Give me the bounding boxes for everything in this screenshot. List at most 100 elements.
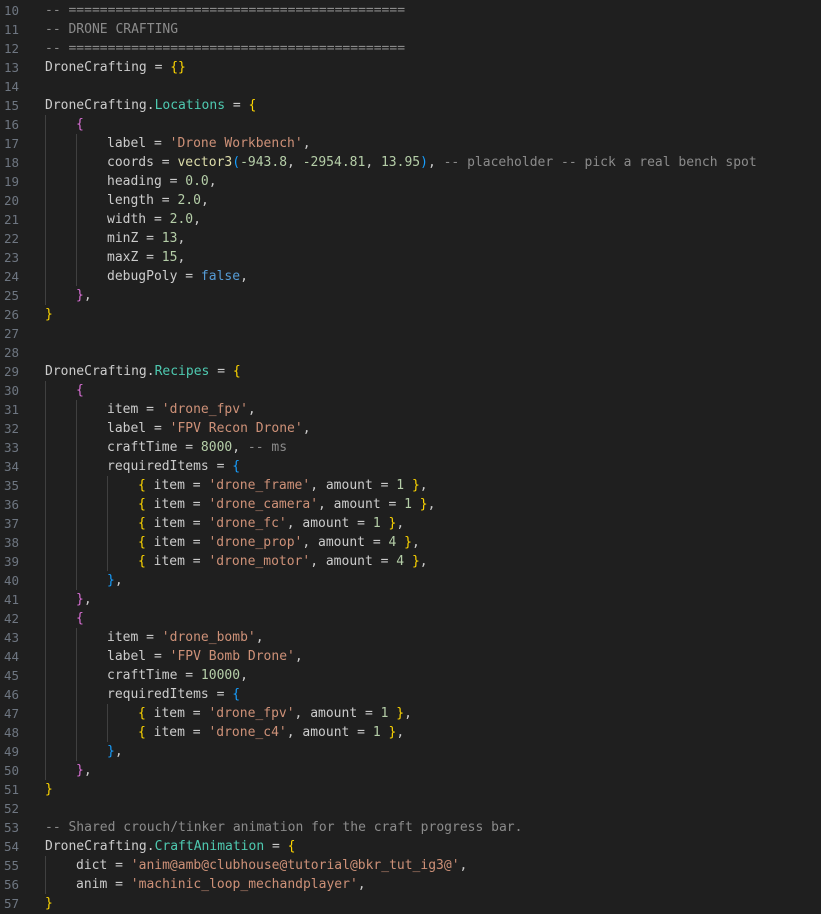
indent-guide [45, 685, 46, 704]
code-line[interactable]: 53 -- Shared crouch/tinker animation for … [0, 818, 821, 837]
code-line[interactable]: 20 length = 2.0, [0, 191, 821, 210]
code-line[interactable]: 12 -- ===================================… [0, 39, 821, 58]
code-token: { [138, 516, 146, 531]
code-token: -- ms [247, 440, 288, 455]
code-line[interactable]: 50}, [0, 761, 821, 780]
code-text: }, [76, 590, 92, 609]
indent-guide [45, 666, 46, 685]
indent-guide [45, 514, 46, 533]
code-line[interactable]: 24 debugPoly = false, [0, 267, 821, 286]
code-line[interactable]: 28 [0, 343, 821, 362]
code-line[interactable]: 18 coords = vector3(-943.8, -2954.81, 13.… [0, 153, 821, 172]
code-line[interactable]: 52 [0, 799, 821, 818]
code-line[interactable]: 11 -- DRONE CRAFTING [0, 20, 821, 39]
code-line[interactable]: 30 { [0, 381, 821, 400]
code-line[interactable]: 29 DroneCrafting.Recipes = { [0, 362, 821, 381]
code-line[interactable]: 23 maxZ = 15, [0, 248, 821, 267]
code-line[interactable]: 49}, [0, 742, 821, 761]
indent-guide [45, 552, 46, 571]
code-line[interactable]: 39 { item = 'drone_motor', amount = 4 }, [0, 552, 821, 571]
code-text: }, [107, 571, 123, 590]
code-token: } [76, 592, 84, 607]
code-token: -- DRONE CRAFTING [45, 22, 179, 37]
code-token: { [76, 611, 84, 626]
code-line[interactable]: 15 DroneCrafting.Locations = { [0, 96, 821, 115]
code-token: DroneCrafting = [45, 60, 171, 75]
line-number: 16 [3, 117, 19, 132]
indent-guide [45, 590, 46, 609]
line-number: 31 [3, 402, 19, 417]
code-line[interactable]: 17 label = 'Drone Workbench', [0, 134, 821, 153]
code-line[interactable]: 44 label = 'FPV Bomb Drone', [0, 647, 821, 666]
indent-guide [76, 457, 77, 476]
code-line[interactable]: 48 { item = 'drone_c4', amount = 1 }, [0, 723, 821, 742]
code-line[interactable]: 31 item = 'drone_fpv', [0, 400, 821, 419]
indent-guide [76, 267, 77, 286]
code-line[interactable]: 22 minZ = 13, [0, 229, 821, 248]
line-number: 48 [3, 725, 19, 740]
code-line[interactable]: 34 requiredItems = { [0, 457, 821, 476]
code-line[interactable]: 19 heading = 0.0, [0, 172, 821, 191]
code-line[interactable]: 13 DroneCrafting = {} [0, 58, 821, 77]
code-line[interactable]: 25}, [0, 286, 821, 305]
code-line[interactable]: 43 item = 'drone_bomb', [0, 628, 821, 647]
code-token: , [396, 516, 405, 531]
code-token: 'drone_fc' [208, 516, 287, 531]
code-line[interactable]: 35 { item = 'drone_frame', amount = 1 }, [0, 476, 821, 495]
code-line[interactable]: 54 DroneCrafting.CraftAnimation = { [0, 837, 821, 856]
code-line[interactable]: 16 { [0, 115, 821, 134]
indent-guide [45, 438, 46, 457]
code-text: craftTime = 10000, [107, 666, 248, 685]
code-line[interactable]: 42 { [0, 609, 821, 628]
code-text: debugPoly = false, [107, 267, 248, 286]
line-number: 15 [3, 98, 19, 113]
line-number: 18 [3, 155, 19, 170]
code-line[interactable]: 33 craftTime = 8000, -- ms [0, 438, 821, 457]
code-line[interactable]: 57} [0, 894, 821, 913]
code-line[interactable]: 14 [0, 77, 821, 96]
code-text: { item = 'drone_c4', amount = 1 }, [138, 723, 404, 742]
code-token: item = [107, 402, 162, 417]
code-line[interactable]: 21 width = 2.0, [0, 210, 821, 229]
code-token: } [107, 744, 115, 759]
indent-guide [45, 172, 46, 191]
code-line[interactable]: 45 craftTime = 10000, [0, 666, 821, 685]
code-token: dict = [76, 858, 131, 873]
code-token: , [240, 269, 248, 284]
indent-guide [45, 153, 46, 172]
code-token: , [193, 212, 201, 227]
code-token: , [302, 136, 311, 151]
code-text: } [45, 894, 53, 913]
code-token: = [264, 839, 288, 854]
code-line[interactable]: 40}, [0, 571, 821, 590]
code-line[interactable]: 10 -- ===================================… [0, 1, 821, 20]
code-line[interactable]: 47 { item = 'drone_fpv', amount = 1 }, [0, 704, 821, 723]
code-line[interactable]: 36 { item = 'drone_camera', amount = 1 }, [0, 495, 821, 514]
code-text: { item = 'drone_prop', amount = 4 }, [138, 533, 420, 552]
code-line[interactable]: 27 [0, 324, 821, 343]
code-token: debugPoly = [107, 269, 201, 284]
code-token: anim = [76, 877, 131, 892]
code-line[interactable]: 37 { item = 'drone_fc', amount = 1 }, [0, 514, 821, 533]
code-text: label = 'FPV Recon Drone', [107, 419, 311, 438]
code-text: item = 'drone_fpv', [107, 400, 256, 419]
indent-guide [45, 210, 46, 229]
code-token: item = [145, 497, 209, 512]
code-editor[interactable]: 10 -- ===================================… [0, 0, 821, 914]
code-line[interactable]: 51} [0, 780, 821, 799]
indent-guide [45, 856, 46, 875]
code-line[interactable]: 38 { item = 'drone_prop', amount = 4 }, [0, 533, 821, 552]
code-text: }, [76, 761, 92, 780]
code-token: } [45, 307, 53, 322]
code-line[interactable]: 46 requiredItems = { [0, 685, 821, 704]
code-token: ) [420, 155, 428, 170]
code-line[interactable]: 41}, [0, 590, 821, 609]
code-token: , [419, 554, 428, 569]
code-line[interactable]: 32 label = 'FPV Recon Drone', [0, 419, 821, 438]
code-token: 'Drone Workbench' [169, 136, 303, 151]
code-line[interactable]: 56 anim = 'machinic_loop_mechandplayer', [0, 875, 821, 894]
code-line[interactable]: 55 dict = 'anim@amb@clubhouse@tutorial@bk… [0, 856, 821, 875]
code-token: -- =====================================… [45, 41, 406, 56]
code-line[interactable]: 26} [0, 305, 821, 324]
